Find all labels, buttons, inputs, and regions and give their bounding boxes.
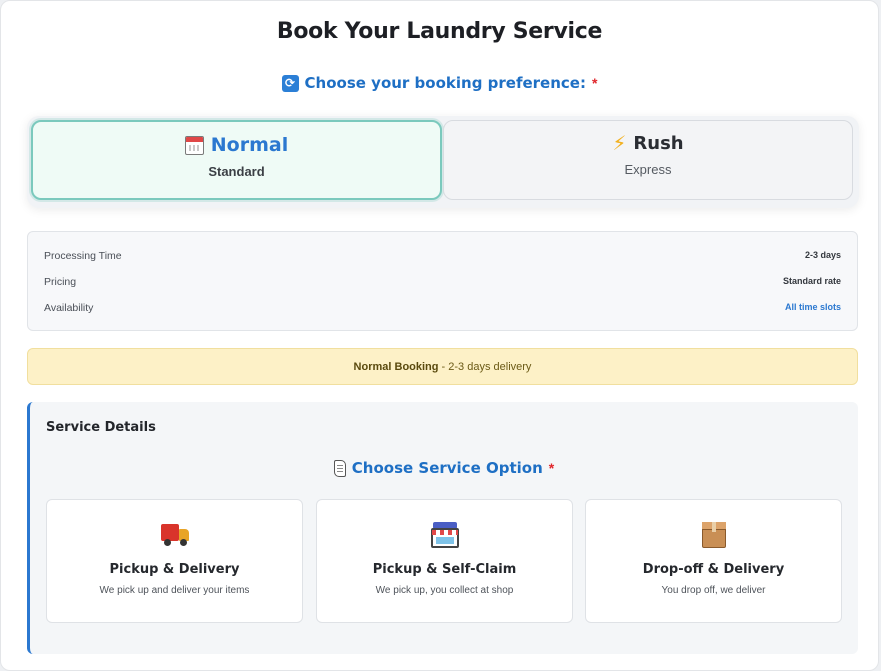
booking-status-banner: Normal Booking - 2-3 days delivery bbox=[27, 348, 858, 385]
tile-title: Pickup & Self-Claim bbox=[372, 562, 517, 577]
store-icon bbox=[430, 522, 459, 548]
page-title: Book Your Laundry Service bbox=[276, 19, 603, 44]
tile-title: Drop-off & Delivery bbox=[642, 562, 785, 577]
info-label: Pricing bbox=[44, 276, 77, 288]
scroll-icon bbox=[333, 459, 346, 477]
normal-option-title: Normal bbox=[210, 134, 289, 156]
rush-option-title: Rush bbox=[633, 133, 684, 154]
tile-description: We pick up and deliver your items bbox=[99, 585, 250, 596]
banner-strong: Normal Booking bbox=[353, 360, 439, 373]
tile-description: We pick up, you collect at shop bbox=[375, 585, 514, 596]
service-option-label: Choose Service Option bbox=[351, 459, 543, 477]
required-asterisk: * bbox=[548, 460, 555, 476]
booking-preference-heading: ⟳ Choose your booking preference: * bbox=[1, 74, 878, 92]
banner-text: - 2-3 days delivery bbox=[438, 360, 532, 373]
rush-booking-option[interactable]: ⚡ Rush Express bbox=[443, 120, 853, 200]
service-tile-pickup-self-claim[interactable]: Pickup & Self-Claim We pick up, you coll… bbox=[316, 499, 573, 623]
service-tile-dropoff-delivery[interactable]: Drop-off & Delivery You drop off, we del… bbox=[585, 499, 842, 623]
normal-option-subtitle: Standard bbox=[208, 164, 265, 179]
sync-icon: ⟳ bbox=[281, 74, 299, 92]
service-option-heading: Choose Service Option * bbox=[30, 459, 858, 477]
package-icon bbox=[700, 522, 728, 548]
service-tile-pickup-delivery[interactable]: Pickup & Delivery We pick up and deliver… bbox=[46, 499, 303, 623]
service-details-section: Service Details Choose Service Option * … bbox=[27, 402, 858, 654]
info-row-processing-time: Processing Time 2-3 days bbox=[44, 250, 841, 266]
truck-icon bbox=[160, 522, 189, 548]
rush-option-subtitle: Express bbox=[624, 162, 672, 177]
info-label: Availability bbox=[44, 302, 94, 314]
info-value: Standard rate bbox=[782, 276, 841, 286]
lightning-icon: ⚡ bbox=[612, 132, 627, 155]
normal-booking-option[interactable]: Normal Standard bbox=[31, 120, 442, 200]
booking-preference-label: Choose your booking preference: bbox=[304, 74, 586, 92]
info-label: Processing Time bbox=[44, 250, 122, 262]
info-row-pricing: Pricing Standard rate bbox=[44, 276, 841, 292]
tile-title: Pickup & Delivery bbox=[109, 562, 240, 577]
required-asterisk: * bbox=[591, 75, 598, 91]
info-row-availability: Availability All time slots bbox=[44, 302, 841, 318]
booking-info-panel: Processing Time 2-3 days Pricing Standar… bbox=[27, 231, 858, 331]
tile-description: You drop off, we deliver bbox=[661, 585, 766, 596]
info-value: 2-3 days bbox=[804, 250, 841, 260]
booking-card: Book Your Laundry Service ⟳ Choose your … bbox=[0, 0, 879, 671]
calendar-icon bbox=[184, 135, 204, 155]
booking-type-toggle: Normal Standard ⚡ Rush Express bbox=[27, 116, 859, 208]
info-value: All time slots bbox=[784, 302, 841, 312]
service-details-title: Service Details bbox=[46, 420, 156, 435]
